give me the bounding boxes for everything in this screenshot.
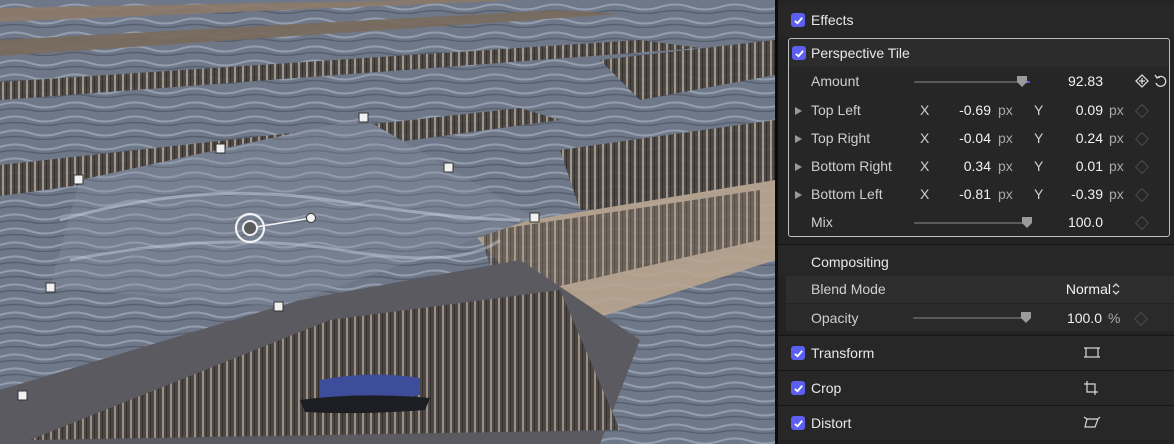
bottom-right-x-axis: X — [920, 158, 930, 174]
mix-value[interactable]: 100.0 — [1039, 214, 1103, 230]
bottom-left-x-axis: X — [920, 186, 930, 202]
bottom-left-label: Bottom Left — [811, 186, 883, 202]
bottom-right-label: Bottom Right — [811, 158, 892, 174]
inspector-panel: Effects Perspective Tile Amount 92.83 To… — [778, 0, 1174, 444]
top-left-keyframe-icon[interactable] — [1134, 103, 1150, 119]
top-right-y-value[interactable]: 0.24 — [1051, 130, 1103, 146]
top-right-keyframe-icon[interactable] — [1134, 131, 1150, 147]
blend-mode-row: Blend Mode Normal — [786, 276, 1174, 303]
bottom-left-y-unit: px — [1109, 186, 1124, 202]
bottom-left-keyframe-icon[interactable] — [1134, 187, 1150, 203]
bottom-left-y-value[interactable]: -0.39 — [1051, 186, 1103, 202]
reset-icon[interactable] — [1153, 74, 1167, 88]
bottom-right-keyframe-icon[interactable] — [1134, 159, 1150, 175]
transform-label: Transform — [811, 345, 875, 361]
distort-label: Distort — [811, 415, 852, 431]
opacity-slider[interactable] — [913, 317, 1029, 319]
top-left-x-unit: px — [998, 102, 1013, 118]
top-right-label: Top Right — [811, 130, 871, 146]
opacity-label: Opacity — [811, 310, 859, 326]
checkmark-icon — [793, 349, 803, 358]
tiled-image — [0, 0, 775, 444]
disclosure-triangle-icon[interactable] — [795, 191, 802, 199]
crop-label: Crop — [811, 380, 842, 396]
mix-slider[interactable] — [914, 222, 1030, 224]
perspective-tile-checkbox[interactable] — [792, 46, 806, 60]
bottom-right-y-axis: Y — [1034, 158, 1044, 174]
crop-checkbox[interactable] — [791, 381, 805, 395]
disclosure-triangle-icon[interactable] — [795, 163, 802, 171]
blend-mode-value[interactable]: Normal — [1016, 281, 1111, 297]
mix-keyframe-icon[interactable] — [1134, 215, 1150, 231]
top-left-y-value[interactable]: 0.09 — [1051, 102, 1103, 118]
disclosure-triangle-icon[interactable] — [795, 107, 802, 115]
compositing-section-header[interactable]: Compositing — [778, 244, 1174, 277]
amount-slider-thumb[interactable] — [1016, 76, 1027, 87]
transform-icon[interactable] — [1083, 345, 1101, 361]
opacity-keyframe-icon[interactable] — [1133, 311, 1149, 327]
top-right-x-value[interactable]: -0.04 — [939, 130, 991, 146]
top-left-x-axis: X — [920, 102, 930, 118]
checkmark-icon — [794, 49, 804, 58]
top-left-x-value[interactable]: -0.69 — [939, 102, 991, 118]
opacity-value[interactable]: 100.0 — [1036, 310, 1102, 326]
opacity-row: Opacity 100.0 % — [786, 304, 1174, 331]
compositing-label: Compositing — [811, 254, 889, 270]
crop-section-header[interactable]: Crop — [778, 370, 1174, 405]
opacity-slider-thumb[interactable] — [1021, 312, 1032, 323]
top-left-y-axis: Y — [1034, 102, 1044, 118]
perspective-tile-title: Perspective Tile — [811, 45, 910, 61]
distort-section-header[interactable]: Distort — [778, 405, 1174, 440]
transform-checkbox[interactable] — [791, 346, 805, 360]
top-right-y-axis: Y — [1034, 130, 1044, 146]
viewer-canvas[interactable] — [0, 0, 775, 444]
bottom-left-y-axis: Y — [1034, 186, 1044, 202]
effects-checkbox[interactable] — [791, 13, 805, 27]
bottom-right-x-value[interactable]: 0.34 — [939, 158, 991, 174]
mix-slider-thumb[interactable] — [1022, 217, 1033, 228]
checkmark-icon — [793, 384, 803, 393]
top-left-y-unit: px — [1109, 102, 1124, 118]
disclosure-triangle-icon[interactable] — [795, 135, 802, 143]
effects-section-header[interactable]: Effects — [778, 3, 1174, 37]
blend-mode-label: Blend Mode — [811, 281, 886, 297]
distort-checkbox[interactable] — [791, 416, 805, 430]
bottom-right-x-unit: px — [998, 158, 1013, 174]
mix-label: Mix — [811, 214, 833, 230]
distort-icon[interactable] — [1083, 415, 1101, 431]
bottom-left-x-value[interactable]: -0.81 — [939, 186, 991, 202]
checkmark-icon — [793, 16, 803, 25]
checkmark-icon — [793, 419, 803, 428]
crop-icon[interactable] — [1083, 380, 1101, 396]
top-left-label: Top Left — [811, 102, 861, 118]
bottom-left-x-unit: px — [998, 186, 1013, 202]
bottom-right-y-value[interactable]: 0.01 — [1051, 158, 1103, 174]
perspective-tile-effect: Perspective Tile Amount 92.83 Top Left X… — [788, 38, 1170, 237]
amount-label: Amount — [811, 73, 860, 89]
top-right-x-unit: px — [998, 130, 1013, 146]
add-keyframe-icon[interactable] — [1135, 74, 1149, 88]
opacity-unit: % — [1108, 310, 1121, 326]
amount-value[interactable]: 92.83 — [1039, 73, 1103, 89]
bottom-right-y-unit: px — [1109, 158, 1124, 174]
transform-section-header[interactable]: Transform — [778, 335, 1174, 370]
amount-slider[interactable] — [914, 81, 1030, 83]
effects-label: Effects — [811, 12, 854, 28]
top-right-y-unit: px — [1109, 130, 1124, 146]
chevron-updown-icon[interactable] — [1112, 283, 1120, 295]
top-right-x-axis: X — [920, 130, 930, 146]
